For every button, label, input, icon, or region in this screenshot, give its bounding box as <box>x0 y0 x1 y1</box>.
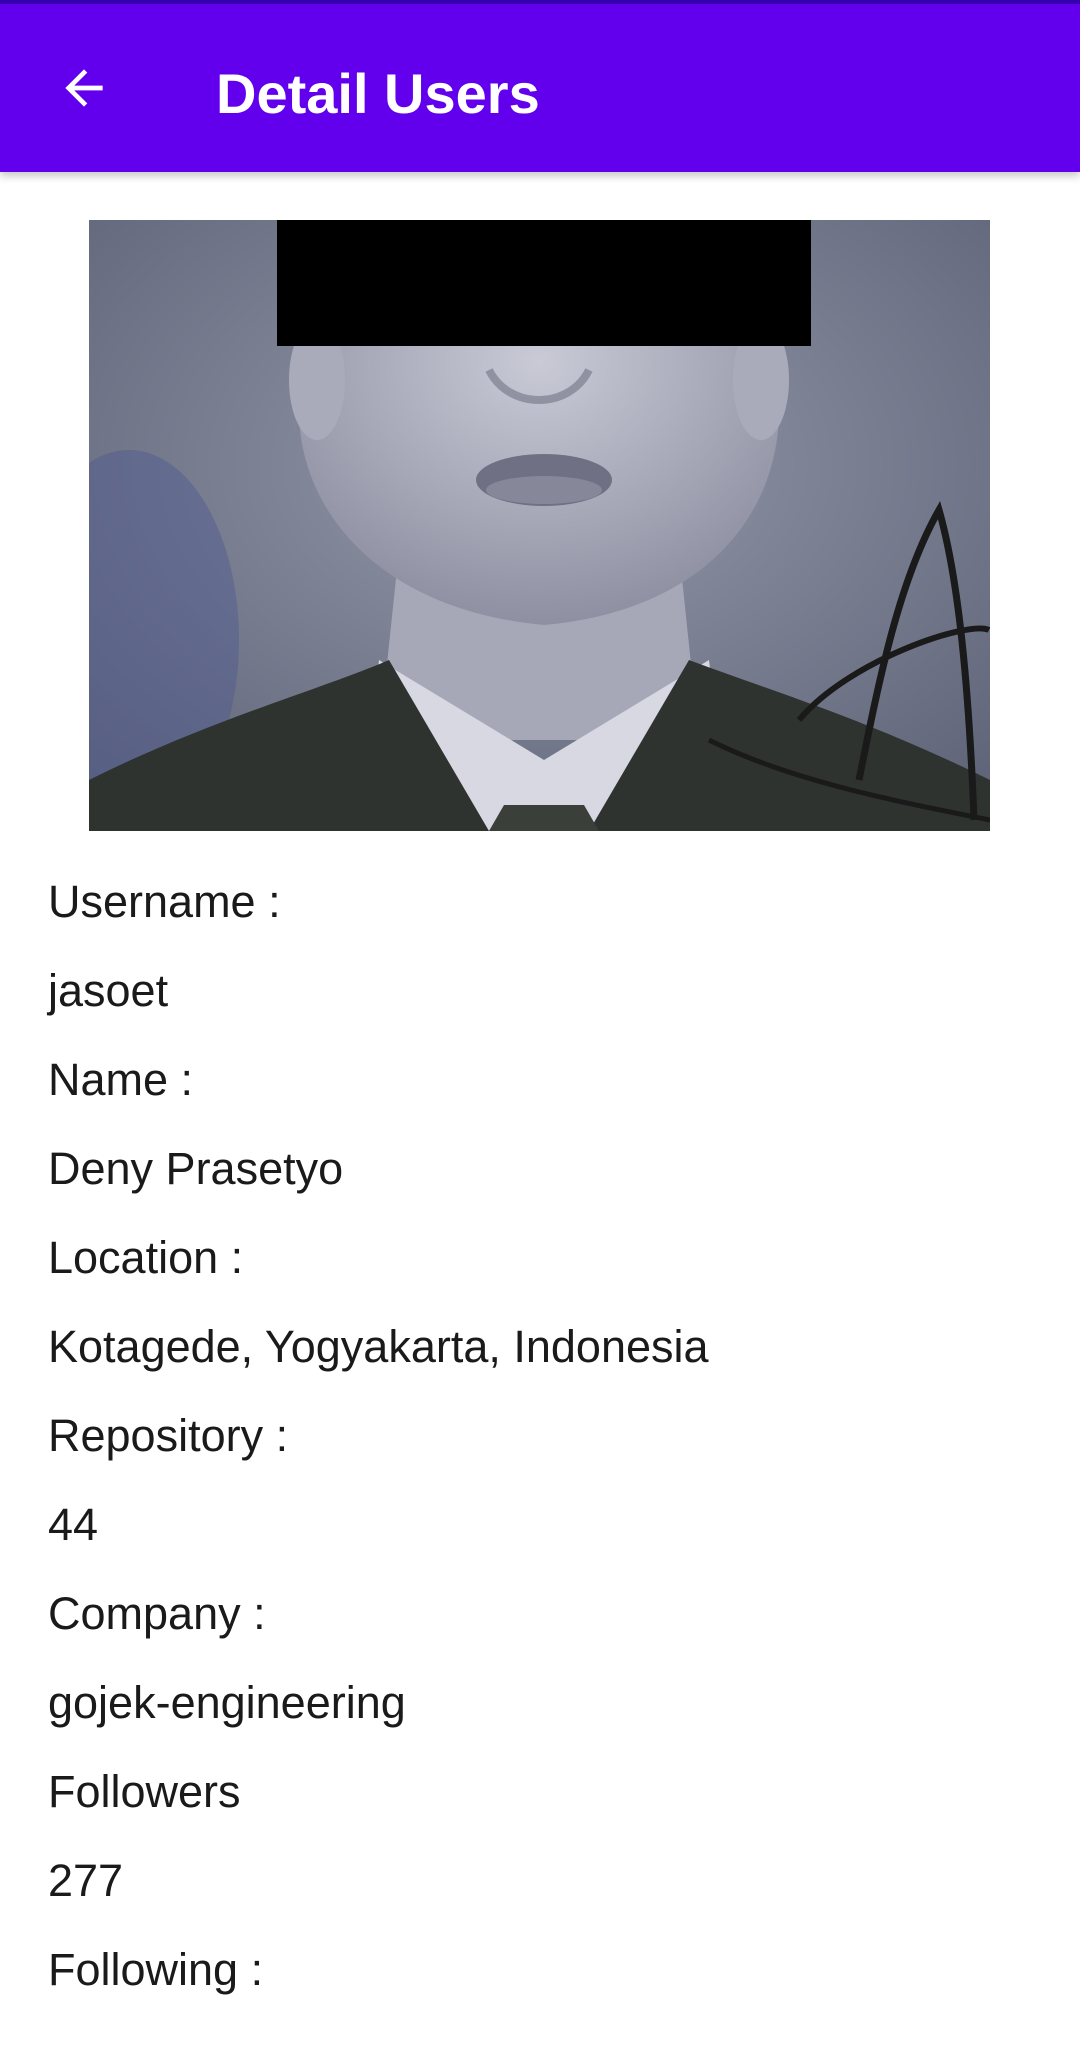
repository-value: 44 <box>48 1499 99 1550</box>
user-details: Username : jasoet Name : Deny Prasetyo L… <box>48 857 1048 2014</box>
name-value: Deny Prasetyo <box>48 1143 344 1194</box>
name-label: Name : <box>48 1054 194 1105</box>
location-value: Kotagede, Yogyakarta, Indonesia <box>48 1321 709 1372</box>
repository-label: Repository : <box>48 1410 289 1461</box>
following-label: Following : <box>48 1944 264 1995</box>
page-title: Detail Users <box>216 62 540 125</box>
company-label: Company : <box>48 1588 266 1639</box>
company-value: gojek-engineering <box>48 1677 406 1728</box>
avatar-photo <box>89 220 990 831</box>
followers-value: 277 <box>48 1855 124 1906</box>
arrow-left-icon <box>65 69 103 107</box>
username-label: Username : <box>48 876 281 927</box>
back-button[interactable] <box>36 40 132 136</box>
username-value: jasoet <box>48 965 169 1016</box>
location-label: Location : <box>48 1232 244 1283</box>
followers-label: Followers <box>48 1766 241 1817</box>
app-bar: Detail Users <box>0 4 1080 172</box>
